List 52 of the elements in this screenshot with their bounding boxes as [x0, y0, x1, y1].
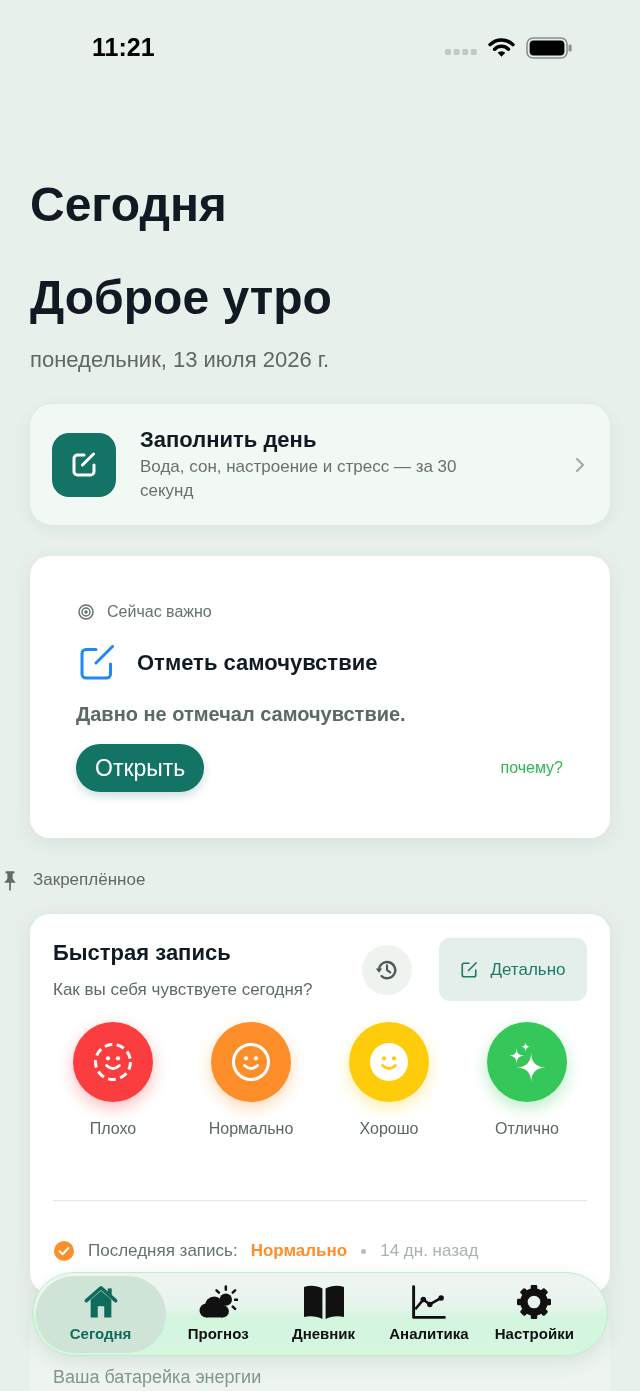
fill-day-card[interactable]: Заполнить день Вода, сон, настроение и стресс — за 30 секунд [30, 404, 610, 525]
date-text: понедельник, 13 июля 2026 г. [30, 346, 331, 374]
mood-label: Плохо [89, 1119, 137, 1139]
pin-icon [3, 869, 17, 891]
edit-icon [52, 432, 116, 497]
tab[interactable]: Сегодня [35, 1275, 166, 1353]
card-title: Заполнить день [140, 426, 318, 454]
mood-label: Отлично [495, 1119, 559, 1139]
signal-icon [445, 49, 477, 55]
mood-label: Нормально [208, 1119, 294, 1139]
status-time: 11:21 [92, 32, 155, 63]
pinned-section-label: Закреплённое [33, 869, 146, 891]
settings-icon [517, 1284, 552, 1319]
book-icon [303, 1284, 344, 1319]
tab[interactable]: Прогноз [165, 1275, 271, 1353]
smiley-icon [231, 1042, 271, 1082]
card-subtitle: Вода, сон, настроение и стресс — за 30 секунд [140, 456, 458, 502]
page-title: Сегодня [30, 177, 228, 233]
check-circle-icon [54, 1241, 74, 1261]
tab[interactable]: Дневник [270, 1275, 377, 1353]
mood-button[interactable] [487, 1022, 567, 1102]
target-icon [78, 604, 94, 620]
last-entry-time: 14 дн. назад [380, 1241, 479, 1261]
important-label: Сейчас важно [107, 602, 212, 622]
dashed-smiley-icon [93, 1042, 133, 1082]
quick-entry-title: Быстрая запись [53, 939, 232, 967]
detail-button[interactable]: Детально [439, 938, 587, 1001]
history-button[interactable] [362, 944, 412, 995]
last-entry-label: Последняя запись: [88, 1241, 238, 1261]
tab[interactable]: Настройки [481, 1275, 587, 1353]
tab[interactable]: Аналитика [376, 1275, 482, 1353]
smiley-icon [369, 1042, 409, 1082]
mood-label: Хорошо [359, 1119, 419, 1139]
energy-card-text: Ваша батарейка энергии [53, 1366, 262, 1388]
last-entry-value: Нормально [250, 1241, 348, 1261]
mood-button[interactable] [73, 1022, 153, 1102]
chevron-right-icon [575, 456, 585, 473]
quick-entry-question: Как вы себя чувствуете сегодня? [53, 979, 314, 1001]
open-button[interactable]: Открыть [76, 744, 205, 792]
battery-icon [526, 37, 572, 59]
separator-dot-icon [361, 1248, 367, 1254]
cloud-sun-icon [198, 1284, 239, 1319]
important-title: Отметь самочувствие [137, 649, 378, 677]
mood-button[interactable] [349, 1022, 429, 1102]
greeting-heading: Доброе утро [30, 270, 333, 326]
edit-icon [79, 645, 115, 681]
house-icon [83, 1284, 118, 1319]
edit-icon [460, 960, 479, 979]
line-chart-icon [411, 1284, 446, 1319]
wifi-icon [488, 38, 515, 58]
mood-button[interactable] [211, 1022, 291, 1102]
important-message: Давно не отмечал самочувствие. [76, 702, 407, 727]
